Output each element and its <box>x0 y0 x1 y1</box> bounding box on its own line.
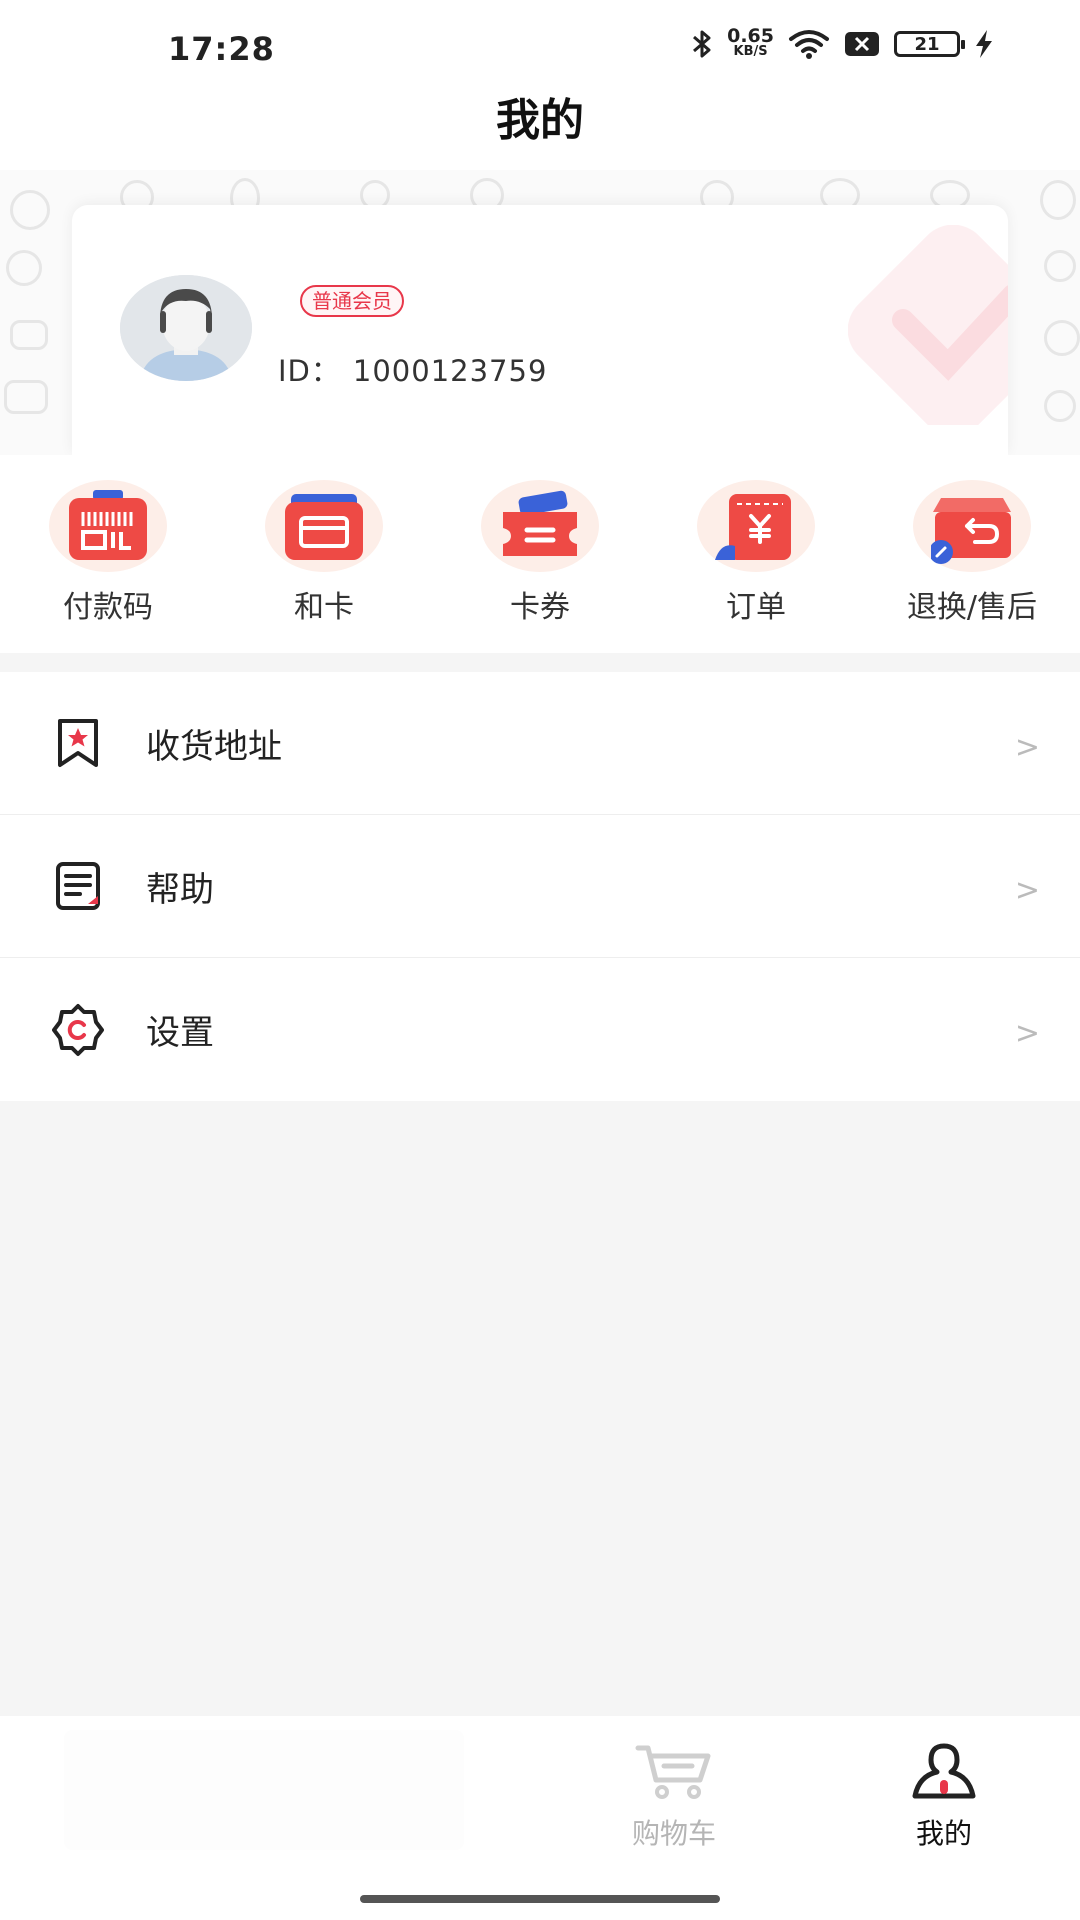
quick-action-label: 退换/售后 <box>906 590 1038 625</box>
menu-item-label: 收货地址 <box>146 726 282 767</box>
nav-tab-label: 购物车 <box>631 1817 716 1850</box>
member-level-badge: 普通会员 <box>300 285 404 317</box>
menu-item-address[interactable]: 收货地址 > <box>0 672 1080 815</box>
card-icon <box>285 494 363 560</box>
menu-item-help[interactable]: 帮助 > <box>0 815 1080 958</box>
menu-item-settings[interactable]: 设置 > <box>0 958 1080 1101</box>
chevron-right-icon: > <box>1014 730 1040 765</box>
bluetooth-icon <box>693 30 711 58</box>
quick-action-label: 卡券 <box>510 590 570 625</box>
quick-action-label: 订单 <box>726 590 786 625</box>
quick-action-label: 和卡 <box>294 590 354 625</box>
avatar-person-icon <box>120 275 252 381</box>
status-icons: 0.65 KB/S 21 <box>691 25 994 60</box>
chevron-right-icon: > <box>1014 873 1040 908</box>
nav-placeholder <box>64 1730 464 1850</box>
chevron-right-icon: > <box>1014 1016 1040 1051</box>
order-icon <box>715 494 791 560</box>
menu-item-label: 设置 <box>146 1013 214 1053</box>
profile-icon <box>912 1743 976 1799</box>
user-id: ID： 1000123759 <box>278 348 547 390</box>
nav-tab-cart[interactable]: 购物车 <box>594 1742 754 1852</box>
return-icon <box>931 498 1011 564</box>
battery-level: 21 <box>914 33 940 55</box>
status-time: 17:28 <box>168 30 275 68</box>
net-speed: 0.65 KB/S <box>727 25 774 60</box>
nav-tab-label: 我的 <box>915 1817 972 1850</box>
avatar[interactable] <box>120 275 252 381</box>
help-document-icon <box>56 862 100 910</box>
quick-action-coupon[interactable]: 卡券 <box>440 480 640 626</box>
quick-action-order[interactable]: 订单 <box>656 480 856 626</box>
settings-gear-icon <box>52 1003 104 1056</box>
user-id-value: 1000123759 <box>352 354 548 388</box>
page-title: 我的 <box>496 95 584 146</box>
nav-tab-mine[interactable]: 我的 <box>864 1742 1024 1852</box>
user-id-label: ID： <box>278 354 341 388</box>
menu-item-label: 帮助 <box>146 869 214 910</box>
payment-code-icon <box>69 490 147 560</box>
address-bookmark-icon <box>58 719 98 767</box>
quick-action-return[interactable]: 退换/售后 <box>872 480 1072 626</box>
quick-action-label: 付款码 <box>63 590 153 625</box>
net-speed-value: 0.65 <box>727 25 774 47</box>
battery-icon: 21 <box>894 31 965 57</box>
quick-action-card[interactable]: 和卡 <box>224 480 424 626</box>
brand-watermark-icon <box>848 225 1008 425</box>
wifi-icon <box>789 30 829 59</box>
charging-icon <box>976 30 992 58</box>
coupon-icon <box>503 490 577 556</box>
net-speed-unit: KB/S <box>733 44 768 59</box>
menu-list: 收货地址 > 帮助 > 设置 > <box>0 672 1080 1101</box>
quick-action-payment-code[interactable]: 付款码 <box>8 480 208 626</box>
home-indicator[interactable] <box>360 1895 720 1903</box>
profile-card[interactable]: 普通会员 ID： 1000123759 <box>72 205 1008 455</box>
cart-icon <box>635 1745 711 1799</box>
sim-off-icon <box>845 32 879 56</box>
